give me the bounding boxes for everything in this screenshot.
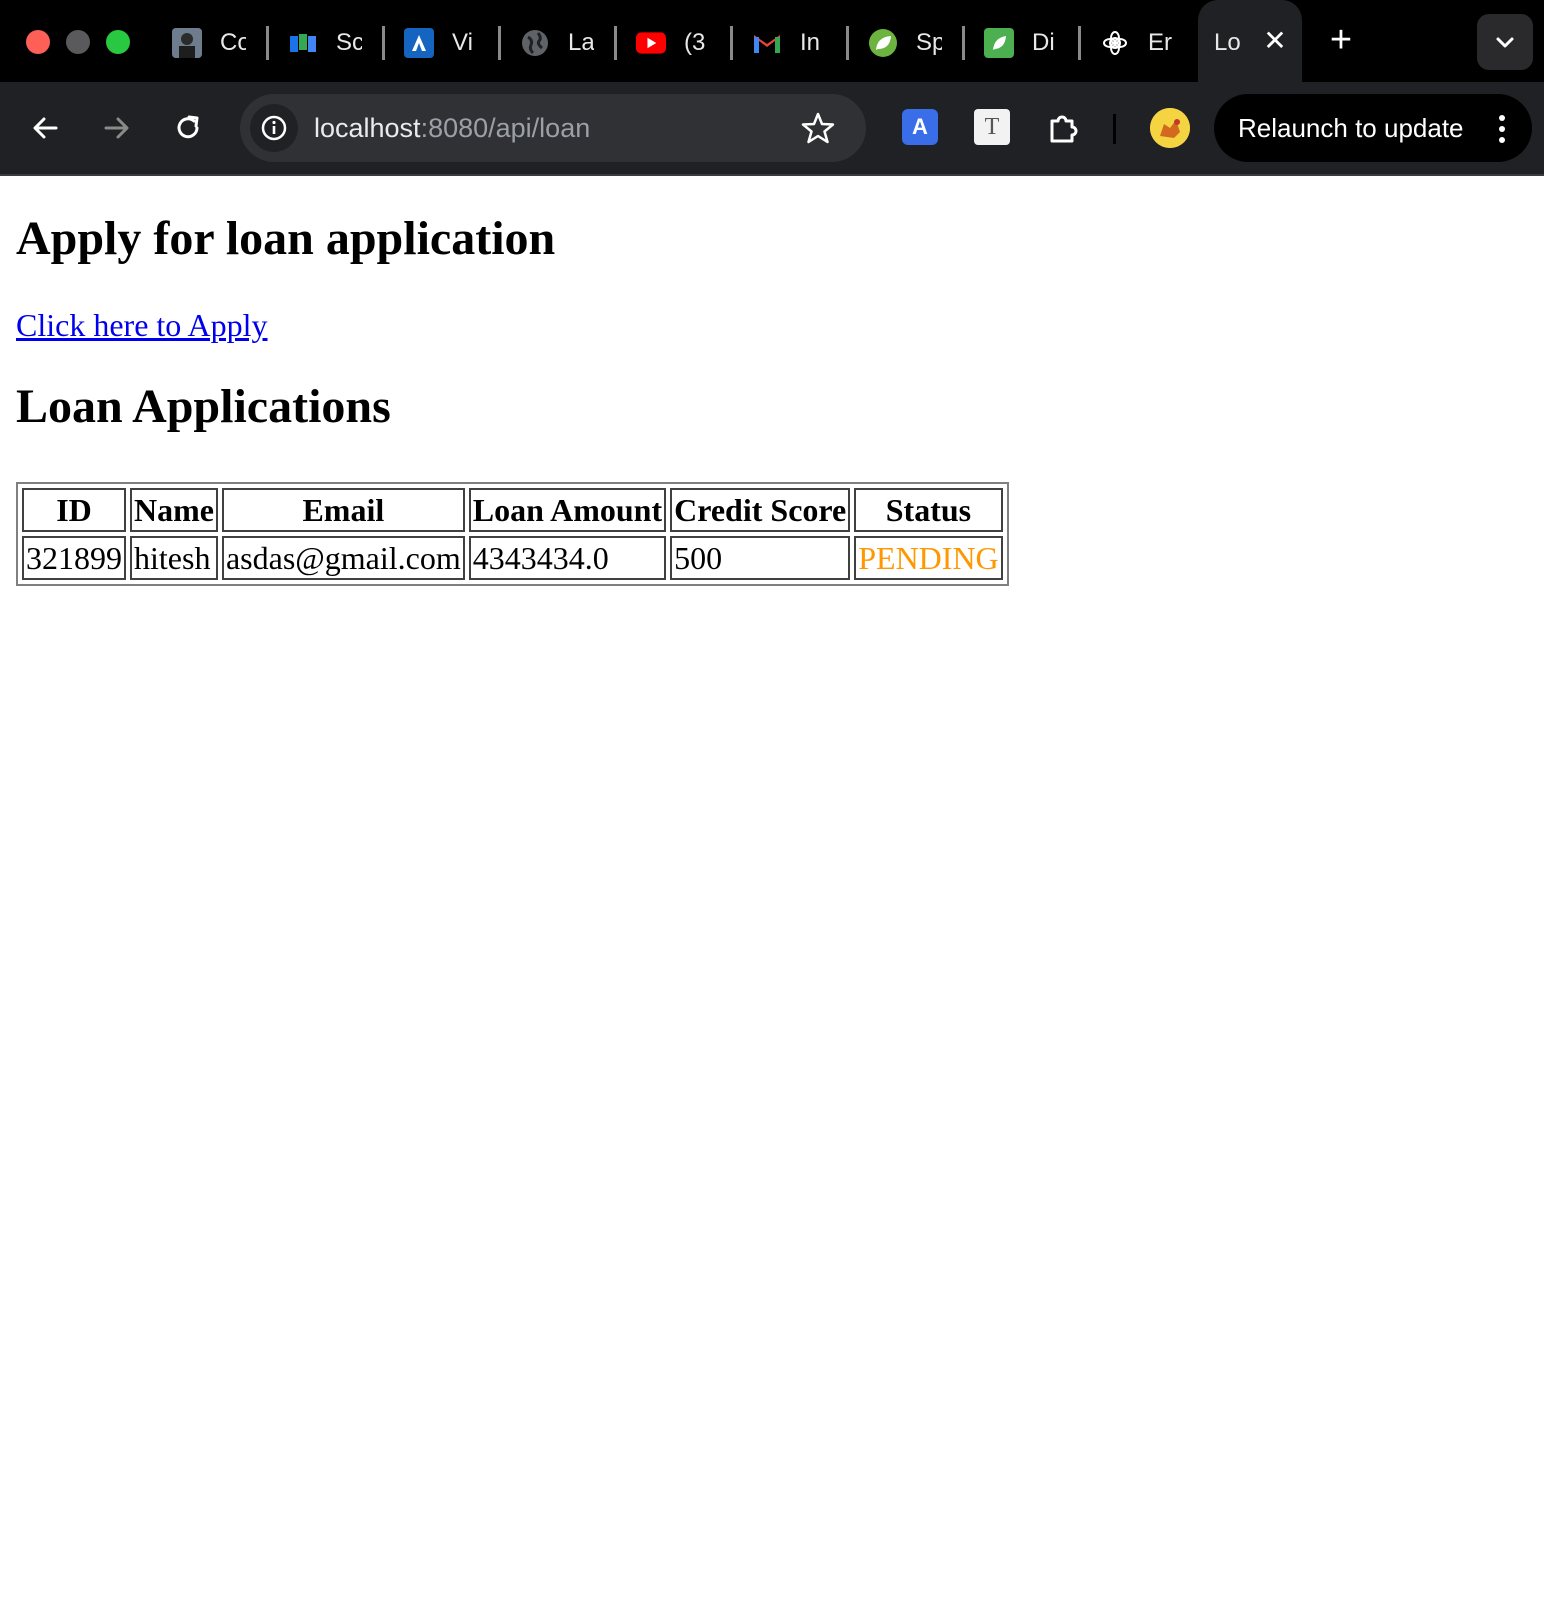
relaunch-button[interactable]: Relaunch to update bbox=[1214, 94, 1532, 162]
tab-separator bbox=[962, 26, 965, 60]
close-tab-icon[interactable]: ✕ bbox=[1260, 24, 1290, 58]
tab-title: (3 bbox=[684, 29, 706, 56]
tab-title: Di bbox=[1032, 29, 1055, 56]
tab-co[interactable]: Co bbox=[172, 0, 288, 82]
cell-id: 321899 bbox=[22, 536, 126, 580]
minimize-window-button[interactable] bbox=[66, 30, 90, 54]
leaf-square-icon bbox=[984, 28, 1014, 58]
tab-title: Co bbox=[220, 29, 246, 56]
forward-arrow-icon bbox=[104, 117, 129, 139]
bookmark-button[interactable] bbox=[800, 110, 836, 151]
reload-button[interactable] bbox=[168, 108, 208, 148]
tab-gmail[interactable]: In bbox=[752, 0, 868, 82]
tab-title: In bbox=[800, 29, 821, 56]
profile-avatar-icon[interactable] bbox=[1150, 108, 1190, 148]
column-header-loan-amount: Loan Amount bbox=[468, 488, 667, 532]
apply-link[interactable]: Click here to Apply bbox=[16, 306, 268, 344]
translate-extension-icon[interactable]: A bbox=[902, 109, 938, 145]
table-heading: Loan Applications bbox=[16, 380, 391, 433]
reload-icon bbox=[177, 115, 199, 139]
site-info-button[interactable] bbox=[250, 104, 298, 152]
tab-separator bbox=[1078, 26, 1081, 60]
chevron-down-icon bbox=[1496, 37, 1514, 48]
browser-toolbar: localhost:8080/api/loan A T Relaunch to … bbox=[0, 82, 1544, 176]
profile-photo-icon bbox=[172, 28, 202, 58]
more-menu-icon[interactable] bbox=[1496, 114, 1508, 144]
column-header-id: ID bbox=[22, 488, 126, 532]
url-host: localhost bbox=[314, 113, 421, 143]
map-icon bbox=[288, 28, 318, 58]
cell-loan-amount: 4343434.0 bbox=[468, 536, 667, 580]
tab-active-loan[interactable]: Lo ✕ bbox=[1198, 0, 1302, 82]
table-row: 321899 hitesh asdas@gmail.com 4343434.0 … bbox=[22, 536, 1003, 580]
page-heading: Apply for loan application bbox=[16, 212, 556, 265]
tab-title: La bbox=[568, 29, 594, 56]
cell-name: hitesh bbox=[130, 536, 218, 580]
tab-spring[interactable]: Sp bbox=[868, 0, 984, 82]
column-header-status: Status bbox=[854, 488, 1003, 532]
tab-sc[interactable]: Sc bbox=[288, 0, 404, 82]
cell-email: asdas@gmail.com bbox=[221, 536, 465, 580]
youtube-icon bbox=[636, 28, 666, 58]
tab-separator bbox=[614, 26, 617, 60]
toolbar-divider bbox=[1113, 114, 1116, 144]
new-tab-button[interactable]: + bbox=[1324, 20, 1358, 60]
gmail-icon bbox=[752, 28, 782, 58]
tab-la[interactable]: La bbox=[520, 0, 636, 82]
table-header-row: ID Name Email Loan Amount Credit Score S… bbox=[22, 488, 1003, 532]
back-button[interactable] bbox=[26, 108, 66, 148]
maximize-window-button[interactable] bbox=[106, 30, 130, 54]
star-icon bbox=[801, 112, 835, 144]
column-header-credit-score: Credit Score bbox=[670, 488, 851, 532]
tab-separator bbox=[498, 26, 501, 60]
url-text[interactable]: localhost:8080/api/loan bbox=[314, 112, 590, 144]
openai-icon bbox=[1100, 28, 1130, 58]
tab-separator bbox=[266, 26, 269, 60]
tab-di[interactable]: Di bbox=[984, 0, 1100, 82]
tab-separator bbox=[846, 26, 849, 60]
spring-leaf-icon bbox=[868, 28, 898, 58]
tab-search-button[interactable] bbox=[1477, 14, 1533, 70]
tab-title: Vi bbox=[452, 29, 473, 56]
tab-strip: Co Sc Vi La (3 In Sp Di Er Lo ✕ + bbox=[0, 0, 1544, 82]
globe-icon bbox=[520, 28, 550, 58]
relaunch-label: Relaunch to update bbox=[1238, 113, 1464, 143]
forward-button[interactable] bbox=[96, 108, 136, 148]
tab-separator bbox=[730, 26, 733, 60]
loan-applications-table: ID Name Email Loan Amount Credit Score S… bbox=[16, 482, 1009, 586]
arrow-logo-icon bbox=[404, 28, 434, 58]
address-bar[interactable]: localhost:8080/api/loan bbox=[240, 94, 866, 162]
font-extension-icon[interactable]: T bbox=[974, 109, 1010, 145]
close-window-button[interactable] bbox=[26, 30, 50, 54]
tab-youtube[interactable]: (3 bbox=[636, 0, 752, 82]
column-header-name: Name bbox=[130, 488, 218, 532]
tab-title: Er bbox=[1148, 29, 1172, 56]
tab-separator bbox=[382, 26, 385, 60]
extensions-puzzle-icon[interactable] bbox=[1046, 109, 1082, 145]
tab-vi[interactable]: Vi bbox=[404, 0, 520, 82]
status-badge: PENDING bbox=[854, 536, 1003, 580]
back-arrow-icon bbox=[33, 117, 58, 139]
url-path: :8080/api/loan bbox=[420, 113, 591, 143]
tab-title: Sc bbox=[336, 29, 362, 56]
column-header-email: Email bbox=[221, 488, 465, 532]
cell-credit-score: 500 bbox=[670, 536, 851, 580]
info-icon bbox=[261, 115, 287, 141]
tab-title: Sp bbox=[916, 29, 942, 56]
tab-title: Lo bbox=[1214, 29, 1240, 56]
